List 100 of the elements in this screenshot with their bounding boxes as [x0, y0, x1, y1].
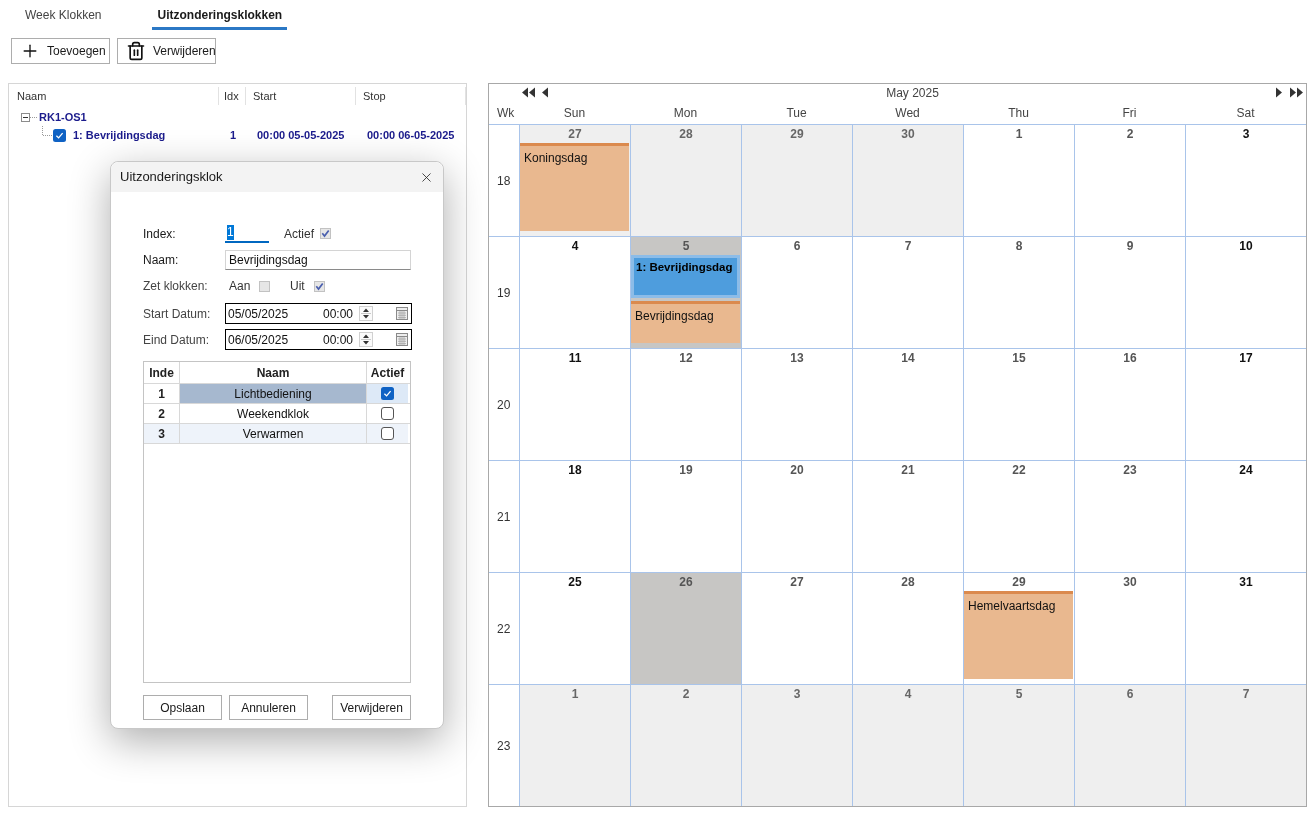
left-arrow-icon[interactable]	[542, 87, 549, 98]
checkbox[interactable]	[381, 427, 394, 440]
day-cell[interactable]: 29 Hemelvaartsdag	[963, 572, 1074, 684]
day-cell[interactable]: 25	[519, 572, 630, 684]
event-block[interactable]: Bevrijdingsdag	[631, 300, 740, 343]
time-text[interactable]: 00:00	[323, 330, 359, 349]
double-right-arrow-icon[interactable]	[1290, 87, 1303, 98]
day-cell[interactable]: 2	[1074, 124, 1185, 236]
tab[interactable]: Uitzonderingsklokken	[152, 0, 288, 30]
day-cell[interactable]: 7	[852, 236, 963, 348]
tree-node-label[interactable]: 1: Bevrijdingsdag	[73, 126, 166, 144]
checkbox[interactable]	[53, 128, 66, 142]
tree-node-label[interactable]: RK1-OS1	[39, 108, 87, 126]
table-cell[interactable]: Lichtbediening	[180, 384, 367, 403]
day-cell[interactable]: 10	[1185, 236, 1306, 348]
day-cell[interactable]: 3	[1185, 124, 1306, 236]
day-cell[interactable]: 8	[963, 236, 1074, 348]
minus-box-icon[interactable]	[21, 112, 30, 122]
date-text[interactable]: 05/05/2025	[228, 304, 323, 323]
date-number: 4	[571, 238, 579, 255]
day-cell[interactable]: 11	[519, 348, 630, 460]
checkbox[interactable]	[381, 387, 394, 400]
day-cell[interactable]: 12	[630, 348, 741, 460]
date-number: 14	[901, 350, 915, 367]
checkbox[interactable]	[313, 280, 325, 292]
day-cell[interactable]: 16	[1074, 348, 1185, 460]
calendar-icon[interactable]	[396, 333, 408, 346]
time-text[interactable]: 00:00	[323, 304, 359, 323]
date-time-field[interactable]: 05/05/2025 00:00	[225, 303, 412, 324]
day-cell[interactable]: 4	[852, 684, 963, 806]
spinner-arrows-icon[interactable]	[359, 332, 373, 347]
index-text: 1	[230, 128, 237, 141]
tab[interactable]: Week Klokken	[20, 0, 107, 30]
day-cell[interactable]: 19	[630, 460, 741, 572]
spinner-arrows-icon[interactable]	[359, 306, 373, 321]
day-cell[interactable]: 1	[519, 684, 630, 806]
date-text[interactable]: 06/05/2025	[228, 330, 323, 349]
add-button[interactable]: Toevoegen	[11, 38, 110, 64]
day-cell[interactable]: 31	[1185, 572, 1306, 684]
day-cell[interactable]: 21	[852, 460, 963, 572]
day-cell[interactable]: 27 Koningsdag	[519, 124, 630, 236]
date-number: 26	[679, 574, 693, 591]
index-field[interactable]: 1	[225, 224, 269, 243]
day-cell[interactable]: 7	[1185, 684, 1306, 806]
column-header[interactable]: Naam	[256, 363, 290, 382]
day-cell[interactable]: 5	[963, 684, 1074, 806]
event-block[interactable]: Hemelvaartsdag	[964, 591, 1073, 679]
dialog-button[interactable]: Opslaan	[143, 695, 222, 720]
day-cell[interactable]: 18	[519, 460, 630, 572]
date-number: 27	[568, 126, 582, 143]
date-number: 13	[790, 350, 804, 367]
double-left-arrow-icon[interactable]	[522, 87, 535, 98]
day-cell[interactable]: 6	[1074, 684, 1185, 806]
column-header[interactable]: Idx	[224, 87, 239, 105]
delete-button[interactable]: Verwijderen	[117, 38, 216, 64]
week-number: 19	[497, 284, 511, 302]
week-number: 23	[497, 737, 511, 755]
day-cell[interactable]: 1	[963, 124, 1074, 236]
day-cell[interactable]: 23	[1074, 460, 1185, 572]
day-cell[interactable]: 14	[852, 348, 963, 460]
day-cell[interactable]: 2	[630, 684, 741, 806]
column-header[interactable]: Start	[253, 87, 277, 105]
day-cell[interactable]: 4	[519, 236, 630, 348]
day-cell[interactable]: 27	[741, 572, 852, 684]
column-header[interactable]: Naam	[17, 87, 47, 105]
day-cell[interactable]: 17	[1185, 348, 1306, 460]
day-cell[interactable]: 5 1: Bevrijdingsdag Bevrijdingsdag	[630, 236, 741, 348]
weekday-header: Thu	[1008, 104, 1029, 122]
date-time-field[interactable]: 06/05/2025 00:00	[225, 329, 412, 350]
event-block[interactable]: Koningsdag	[520, 143, 629, 231]
right-arrow-icon[interactable]	[1276, 87, 1283, 98]
day-cell[interactable]: 3	[741, 684, 852, 806]
day-cell[interactable]: 13	[741, 348, 852, 460]
event-block[interactable]: 1: Bevrijdingsdag	[631, 255, 740, 298]
day-cell[interactable]: 28	[630, 124, 741, 236]
day-cell[interactable]: 26	[630, 572, 741, 684]
trash-icon	[126, 41, 146, 61]
day-cell[interactable]: 28	[852, 572, 963, 684]
stop-time-text: 00:00 06-05-2025	[367, 128, 455, 141]
checkbox[interactable]	[381, 407, 394, 420]
column-header[interactable]: Inde	[149, 363, 174, 382]
day-cell[interactable]: 20	[741, 460, 852, 572]
column-header[interactable]: Actief	[370, 363, 405, 382]
day-cell[interactable]: 30	[852, 124, 963, 236]
table-cell[interactable]: Verwarmen	[180, 424, 367, 443]
calendar-icon[interactable]	[396, 307, 408, 320]
day-cell[interactable]: 24	[1185, 460, 1306, 572]
checkbox[interactable]	[259, 280, 271, 292]
date-number: 6	[1126, 686, 1134, 703]
dialog-button[interactable]: Verwijderen	[332, 695, 411, 720]
checkbox[interactable]	[320, 228, 331, 239]
day-cell[interactable]: 30	[1074, 572, 1185, 684]
day-cell[interactable]: 9	[1074, 236, 1185, 348]
name-field[interactable]: Bevrijdingsdag	[225, 250, 411, 270]
day-cell[interactable]: 29	[741, 124, 852, 236]
column-header[interactable]: Stop	[363, 87, 386, 105]
day-cell[interactable]: 6	[741, 236, 852, 348]
day-cell[interactable]: 15	[963, 348, 1074, 460]
dialog-button[interactable]: Annuleren	[229, 695, 308, 720]
day-cell[interactable]: 22	[963, 460, 1074, 572]
